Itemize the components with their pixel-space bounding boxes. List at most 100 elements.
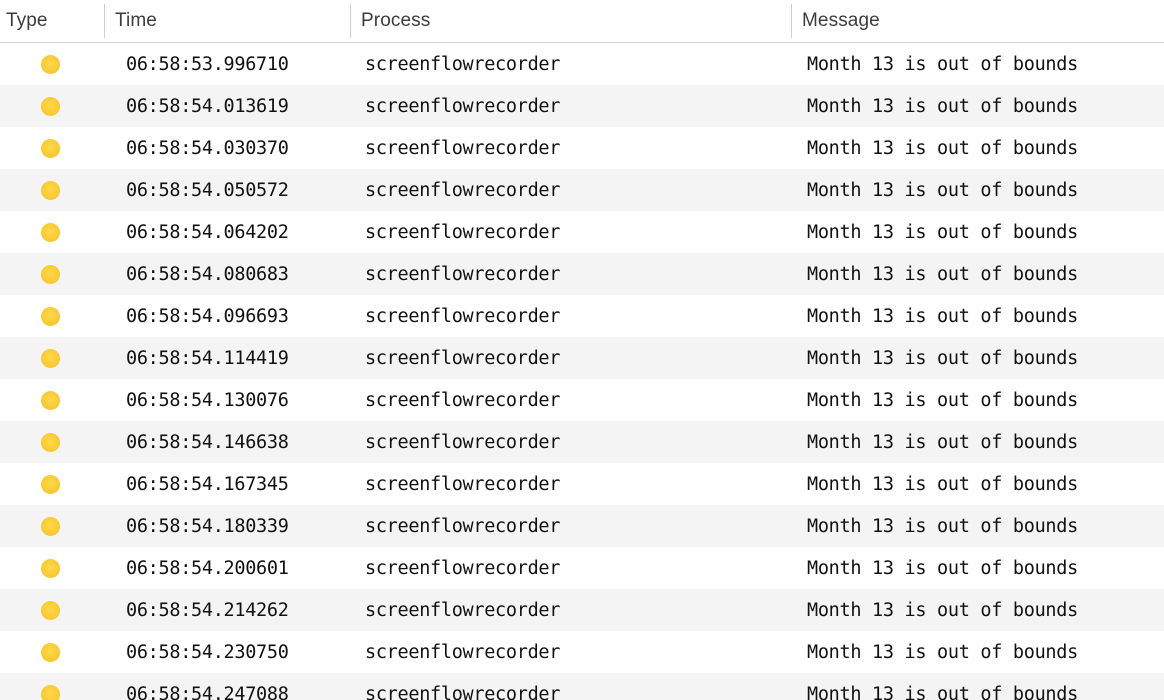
cell-time: 06:58:54.080683 bbox=[126, 263, 289, 285]
cell-time: 06:58:54.214262 bbox=[126, 599, 289, 621]
column-header-time-label: Time bbox=[115, 10, 157, 31]
table-row[interactable]: 06:58:54.230750 screenflowrecorder Month 1… bbox=[0, 631, 1164, 673]
cell-time: 06:58:54.096693 bbox=[126, 305, 289, 327]
cell-message: Month 13 is out of bounds bbox=[807, 389, 1078, 411]
cell-message: Month 13 is out of bounds bbox=[807, 473, 1078, 495]
cell-type bbox=[0, 211, 104, 253]
table-row[interactable]: 06:58:54.080683 screenflowrecorder Month 1… bbox=[0, 253, 1164, 295]
cell-time: 06:58:54.114419 bbox=[126, 347, 289, 369]
column-header-time[interactable]: Time bbox=[104, 0, 350, 43]
cell-message: Month 13 is out of bounds bbox=[807, 95, 1078, 117]
cell-message: Month 13 is out of bounds bbox=[807, 347, 1078, 369]
column-header-process-label: Process bbox=[361, 10, 431, 31]
warning-dot-icon bbox=[41, 54, 60, 74]
cell-time: 06:58:54.180339 bbox=[126, 515, 289, 537]
cell-type bbox=[0, 673, 104, 700]
cell-message: Month 13 is out of bounds bbox=[807, 431, 1078, 453]
cell-process: screenflowrecorder bbox=[365, 683, 561, 700]
cell-type bbox=[0, 547, 104, 589]
warning-dot-icon bbox=[41, 348, 60, 368]
cell-type bbox=[0, 631, 104, 673]
warning-dot-icon bbox=[41, 684, 60, 700]
cell-time: 06:58:54.030370 bbox=[126, 137, 289, 159]
cell-message: Month 13 is out of bounds bbox=[807, 53, 1078, 75]
cell-time: 06:58:54.050572 bbox=[126, 179, 289, 201]
cell-message: Month 13 is out of bounds bbox=[807, 515, 1078, 537]
cell-process: screenflowrecorder bbox=[365, 389, 561, 411]
warning-dot-icon bbox=[41, 180, 60, 200]
warning-dot-icon bbox=[41, 306, 60, 326]
cell-time: 06:58:54.146638 bbox=[126, 431, 289, 453]
cell-time: 06:58:54.130076 bbox=[126, 389, 289, 411]
cell-message: Month 13 is out of bounds bbox=[807, 599, 1078, 621]
cell-message: Month 13 is out of bounds bbox=[807, 641, 1078, 663]
cell-process: screenflowrecorder bbox=[365, 557, 561, 579]
column-header-process[interactable]: Process bbox=[350, 0, 791, 43]
table-row[interactable]: 06:58:54.130076 screenflowrecorder Month 1… bbox=[0, 379, 1164, 421]
table-row[interactable]: 06:58:54.114419 screenflowrecorder Month 1… bbox=[0, 337, 1164, 379]
cell-type bbox=[0, 463, 104, 505]
cell-type bbox=[0, 43, 104, 85]
warning-dot-icon bbox=[41, 474, 60, 494]
table-row[interactable]: 06:58:54.096693 screenflowrecorder Month 1… bbox=[0, 295, 1164, 337]
table-row[interactable]: 06:58:54.200601 screenflowrecorder Month 1… bbox=[0, 547, 1164, 589]
cell-type bbox=[0, 127, 104, 169]
cell-process: screenflowrecorder bbox=[365, 431, 561, 453]
cell-message: Month 13 is out of bounds bbox=[807, 263, 1078, 285]
cell-type bbox=[0, 337, 104, 379]
column-divider-message[interactable] bbox=[791, 3, 792, 38]
table-row[interactable]: 06:58:54.013619 screenflowrecorder Month 1… bbox=[0, 85, 1164, 127]
cell-time: 06:58:54.167345 bbox=[126, 473, 289, 495]
cell-message: Month 13 is out of bounds bbox=[807, 137, 1078, 159]
column-header-message-label: Message bbox=[802, 10, 880, 31]
table-row[interactable]: 06:58:54.064202 screenflowrecorder Month 1… bbox=[0, 211, 1164, 253]
warning-dot-icon bbox=[41, 264, 60, 284]
cell-time: 06:58:54.200601 bbox=[126, 557, 289, 579]
column-divider-process[interactable] bbox=[350, 3, 351, 38]
log-table: Type Time Process Message 06:58:53.99671… bbox=[0, 0, 1164, 700]
warning-dot-icon bbox=[41, 642, 60, 662]
cell-message: Month 13 is out of bounds bbox=[807, 179, 1078, 201]
table-row[interactable]: 06:58:54.146638 screenflowrecorder Month 1… bbox=[0, 421, 1164, 463]
cell-message: Month 13 is out of bounds bbox=[807, 557, 1078, 579]
cell-type bbox=[0, 379, 104, 421]
table-row[interactable]: 06:58:54.167345 screenflowrecorder Month 1… bbox=[0, 463, 1164, 505]
cell-type bbox=[0, 85, 104, 127]
cell-message: Month 13 is out of bounds bbox=[807, 683, 1078, 700]
cell-process: screenflowrecorder bbox=[365, 179, 561, 201]
cell-time: 06:58:54.247088 bbox=[126, 683, 289, 700]
table-header-row: Type Time Process Message bbox=[0, 0, 1164, 43]
column-header-type-label: Type bbox=[6, 10, 48, 31]
cell-time: 06:58:53.996710 bbox=[126, 53, 289, 75]
cell-type bbox=[0, 253, 104, 295]
table-row[interactable]: 06:58:54.247088 screenflowrecorder Month 1… bbox=[0, 673, 1164, 700]
cell-process: screenflowrecorder bbox=[365, 95, 561, 117]
cell-process: screenflowrecorder bbox=[365, 137, 561, 159]
warning-dot-icon bbox=[41, 138, 60, 158]
column-header-type[interactable]: Type bbox=[0, 0, 104, 43]
cell-process: screenflowrecorder bbox=[365, 599, 561, 621]
cell-process: screenflowrecorder bbox=[365, 53, 561, 75]
cell-time: 06:58:54.064202 bbox=[126, 221, 289, 243]
warning-dot-icon bbox=[41, 390, 60, 410]
cell-time: 06:58:54.013619 bbox=[126, 95, 289, 117]
cell-process: screenflowrecorder bbox=[365, 263, 561, 285]
warning-dot-icon bbox=[41, 600, 60, 620]
table-row[interactable]: 06:58:54.180339 screenflowrecorder Month 1… bbox=[0, 505, 1164, 547]
cell-message: Month 13 is out of bounds bbox=[807, 305, 1078, 327]
cell-process: screenflowrecorder bbox=[365, 473, 561, 495]
cell-process: screenflowrecorder bbox=[365, 641, 561, 663]
column-divider-time[interactable] bbox=[104, 3, 105, 38]
table-row[interactable]: 06:58:54.050572 screenflowrecorder Month 1… bbox=[0, 169, 1164, 211]
table-row[interactable]: 06:58:54.214262 screenflowrecorder Month 1… bbox=[0, 589, 1164, 631]
table-row[interactable]: 06:58:53.996710 screenflowrecorder Month 1… bbox=[0, 43, 1164, 85]
cell-process: screenflowrecorder bbox=[365, 515, 561, 537]
cell-type bbox=[0, 169, 104, 211]
table-body[interactable]: 06:58:53.996710 screenflowrecorder Month 1… bbox=[0, 43, 1164, 700]
column-header-message[interactable]: Message bbox=[791, 0, 1164, 43]
cell-process: screenflowrecorder bbox=[365, 347, 561, 369]
cell-process: screenflowrecorder bbox=[365, 305, 561, 327]
warning-dot-icon bbox=[41, 96, 60, 116]
table-row[interactable]: 06:58:54.030370 screenflowrecorder Month 1… bbox=[0, 127, 1164, 169]
warning-dot-icon bbox=[41, 558, 60, 578]
